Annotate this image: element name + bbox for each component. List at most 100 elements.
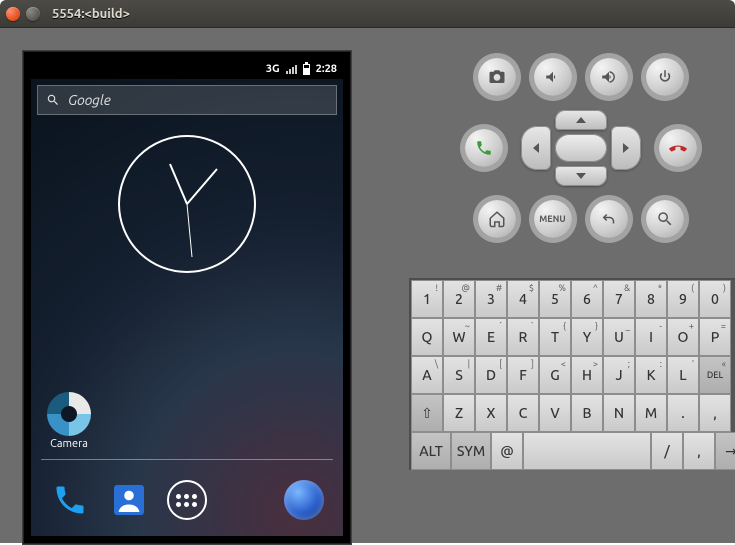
key-alt[interactable]: ALT: [411, 432, 451, 470]
window-titlebar: 5554:<build>: [0, 0, 735, 28]
key-u[interactable]: _U: [603, 318, 635, 356]
clock-label: 2:28: [316, 63, 337, 75]
key-2[interactable]: @2: [443, 280, 475, 318]
search-placeholder: Google: [68, 92, 111, 108]
search-button[interactable]: [646, 200, 684, 238]
contacts-app[interactable]: [107, 478, 151, 522]
key-del[interactable]: «DEL: [699, 356, 731, 394]
device-frame: 3G 2:28 Google Came: [22, 50, 352, 545]
dock-spacer: [223, 478, 267, 522]
emulator-controls: MENU !1@2#3$4%5^6&7*8(9)0 Q~W´E`R{T}Y_U-I…: [374, 28, 735, 543]
key-0[interactable]: )0: [699, 280, 731, 318]
close-button[interactable]: [6, 7, 20, 21]
key-n[interactable]: N: [603, 394, 635, 432]
key-w[interactable]: ~W: [443, 318, 475, 356]
key-z[interactable]: Z: [443, 394, 475, 432]
key-space[interactable]: [523, 432, 651, 470]
menu-label: MENU: [539, 214, 565, 224]
key-q[interactable]: Q: [411, 318, 443, 356]
key-⇧[interactable]: ⇧: [411, 394, 443, 432]
hardware-keyboard: !1@2#3$4%5^6&7*8(9)0 Q~W´E`R{T}Y_U-I+O=P \…: [409, 278, 735, 470]
key-p[interactable]: =P: [699, 318, 731, 356]
key-o[interactable]: +O: [667, 318, 699, 356]
key-→[interactable]: →: [715, 432, 735, 470]
key-5[interactable]: %5: [539, 280, 571, 318]
key-a[interactable]: \A: [411, 356, 443, 394]
key-r[interactable]: `R: [507, 318, 539, 356]
key-e[interactable]: ´E: [475, 318, 507, 356]
apps-icon: [167, 480, 207, 520]
key-c[interactable]: C: [507, 394, 539, 432]
key-1[interactable]: !1: [411, 280, 443, 318]
home-icon: [488, 210, 506, 228]
phone-app[interactable]: [48, 478, 92, 522]
app-launcher[interactable]: [165, 478, 209, 522]
key-b[interactable]: B: [571, 394, 603, 432]
key-s[interactable]: |S: [443, 356, 475, 394]
dpad-left[interactable]: [521, 126, 551, 170]
analog-clock-widget[interactable]: [112, 129, 262, 279]
key-y[interactable]: }Y: [571, 318, 603, 356]
back-button[interactable]: [590, 200, 628, 238]
volume-up-button[interactable]: [590, 58, 628, 96]
key-4[interactable]: $4: [507, 280, 539, 318]
search-icon: [656, 210, 674, 228]
key-k[interactable]: :K: [635, 356, 667, 394]
key-8[interactable]: *8: [635, 280, 667, 318]
volume-down-button[interactable]: [534, 58, 572, 96]
key-j[interactable]: ;J: [603, 356, 635, 394]
key-i[interactable]: -I: [635, 318, 667, 356]
key-h[interactable]: >H: [571, 356, 603, 394]
dpad-down[interactable]: [555, 166, 607, 186]
browser-app[interactable]: [282, 478, 326, 522]
contacts-icon: [111, 482, 147, 518]
search-icon: [46, 93, 60, 107]
key-@[interactable]: @: [491, 432, 523, 470]
dock-divider: [41, 459, 333, 460]
key-.[interactable]: .: [667, 394, 699, 432]
dpad-center[interactable]: [555, 134, 607, 162]
key-,[interactable]: ,: [683, 432, 715, 470]
camera-icon: [488, 68, 506, 86]
key-,[interactable]: ,: [699, 394, 731, 432]
key-sym[interactable]: SYM: [451, 432, 491, 470]
signal-icon: [286, 64, 297, 74]
dpad: [521, 110, 641, 186]
key-m[interactable]: M: [635, 394, 667, 432]
key-7[interactable]: &7: [603, 280, 635, 318]
phone-icon: [52, 482, 88, 518]
menu-button[interactable]: MENU: [534, 200, 572, 238]
power-icon: [656, 68, 674, 86]
volume-up-icon: [600, 68, 618, 86]
end-call-icon: [668, 138, 688, 158]
dpad-up[interactable]: [555, 110, 607, 130]
home-button[interactable]: [478, 200, 516, 238]
call-icon: [475, 139, 493, 157]
key-/[interactable]: /: [651, 432, 683, 470]
android-dock: [31, 478, 343, 522]
battery-icon: [303, 64, 310, 75]
key-x[interactable]: X: [475, 394, 507, 432]
minimize-button[interactable]: [26, 7, 40, 21]
globe-icon: [284, 480, 324, 520]
camera-button[interactable]: [478, 58, 516, 96]
key-l[interactable]: 'L: [667, 356, 699, 394]
device-screen[interactable]: 3G 2:28 Google Came: [31, 59, 343, 536]
key-t[interactable]: {T: [539, 318, 571, 356]
device-preview-area: 3G 2:28 Google Came: [0, 28, 374, 543]
google-search-widget[interactable]: Google: [37, 85, 337, 115]
key-6[interactable]: ^6: [571, 280, 603, 318]
end-call-button[interactable]: [659, 129, 697, 167]
key-g[interactable]: <G: [539, 356, 571, 394]
key-d[interactable]: [D: [475, 356, 507, 394]
key-3[interactable]: #3: [475, 280, 507, 318]
key-f[interactable]: ]F: [507, 356, 539, 394]
android-status-bar: 3G 2:28: [31, 59, 343, 79]
call-button[interactable]: [465, 129, 503, 167]
window-title: 5554:<build>: [52, 7, 130, 21]
dpad-right[interactable]: [611, 126, 641, 170]
key-v[interactable]: V: [539, 394, 571, 432]
key-9[interactable]: (9: [667, 280, 699, 318]
power-button[interactable]: [646, 58, 684, 96]
camera-app-shortcut[interactable]: Camera: [47, 392, 91, 450]
